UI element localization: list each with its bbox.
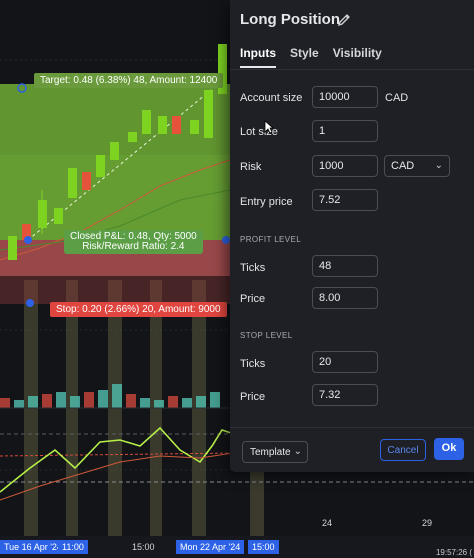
profit-level-heading: PROFIT LEVEL (240, 235, 302, 244)
lot-size-input[interactable]: 1 (312, 120, 378, 142)
chevron-down-icon: ⌄ (434, 160, 443, 171)
pnl-label: Closed P&L: 0.48, Qty: 5000 Risk/Reward … (64, 230, 203, 254)
tabs-divider (230, 69, 474, 70)
stop-price-input[interactable]: 7.32 (312, 384, 378, 406)
risk-label: Risk (240, 161, 262, 173)
account-size-label: Account size (240, 92, 303, 104)
tab-visibility[interactable]: Visibility (333, 46, 382, 68)
text-cursor-icon (264, 120, 274, 134)
risk-input[interactable]: 1000 (312, 155, 378, 177)
tab-style[interactable]: Style (290, 46, 319, 68)
profit-ticks-input[interactable]: 48 (312, 255, 378, 277)
stop-price-label: Price (240, 391, 266, 403)
profit-ticks-label: Ticks (240, 262, 266, 274)
stop-ticks-input[interactable]: 20 (312, 351, 378, 373)
time-axis[interactable]: Tue 16 Apr '24 11:00 15:00 Mon 22 Apr '2… (0, 518, 474, 558)
account-size-unit: CAD (385, 92, 409, 104)
template-dropdown[interactable]: Template ⌄ (242, 441, 308, 463)
stop-handle (26, 299, 34, 307)
time-tick-end-1500: 15:00 (248, 540, 279, 554)
entry-handle-left (24, 236, 32, 244)
target-label: Target: 0.48 (6.38%) 48, Amount: 12400 (34, 73, 224, 88)
footer-divider (230, 427, 474, 428)
ok-button[interactable]: Ok (434, 438, 464, 460)
time-tick-start: Tue 16 Apr '24 (0, 540, 66, 554)
stop-level-heading: STOP LEVEL (240, 331, 293, 340)
dialog-tabs: Inputs Style Visibility (240, 46, 382, 68)
clock-readout: 19:57:26 ( (435, 548, 472, 557)
time-tick-1100: 11:00 (58, 540, 88, 554)
chevron-down-icon: ⌄ (293, 446, 302, 457)
pnl-line2: Risk/Reward Ratio: 2.4 (82, 241, 185, 252)
stop-ticks-label: Ticks (240, 358, 266, 370)
stop-label: Stop: 0.20 (2.66%) 20, Amount: 9000 (50, 302, 227, 317)
entry-price-label: Entry price (240, 196, 293, 208)
entry-price-input[interactable]: 7.52 (312, 189, 378, 211)
time-tick-1500: 15:00 (132, 542, 155, 552)
profit-price-label: Price (240, 293, 266, 305)
time-tick-24: 24 (322, 518, 333, 528)
template-label: Template (250, 447, 291, 458)
time-tick-29: 29 (422, 518, 433, 528)
tab-inputs[interactable]: Inputs (240, 46, 276, 68)
long-position-dialog: Long Position Inputs Style Visibility Ac… (230, 0, 474, 472)
profit-price-input[interactable]: 8.00 (312, 287, 378, 309)
risk-unit-value: CAD (391, 160, 415, 172)
pencil-icon[interactable] (337, 13, 351, 27)
account-size-input[interactable]: 10000 (312, 86, 378, 108)
entry-handle-right (222, 236, 230, 244)
dialog-title: Long Position (240, 11, 340, 28)
cancel-button[interactable]: Cancel (380, 439, 426, 461)
time-tick-end: Mon 22 Apr '24 (176, 540, 245, 554)
risk-unit-select[interactable]: CAD ⌄ (384, 155, 450, 177)
